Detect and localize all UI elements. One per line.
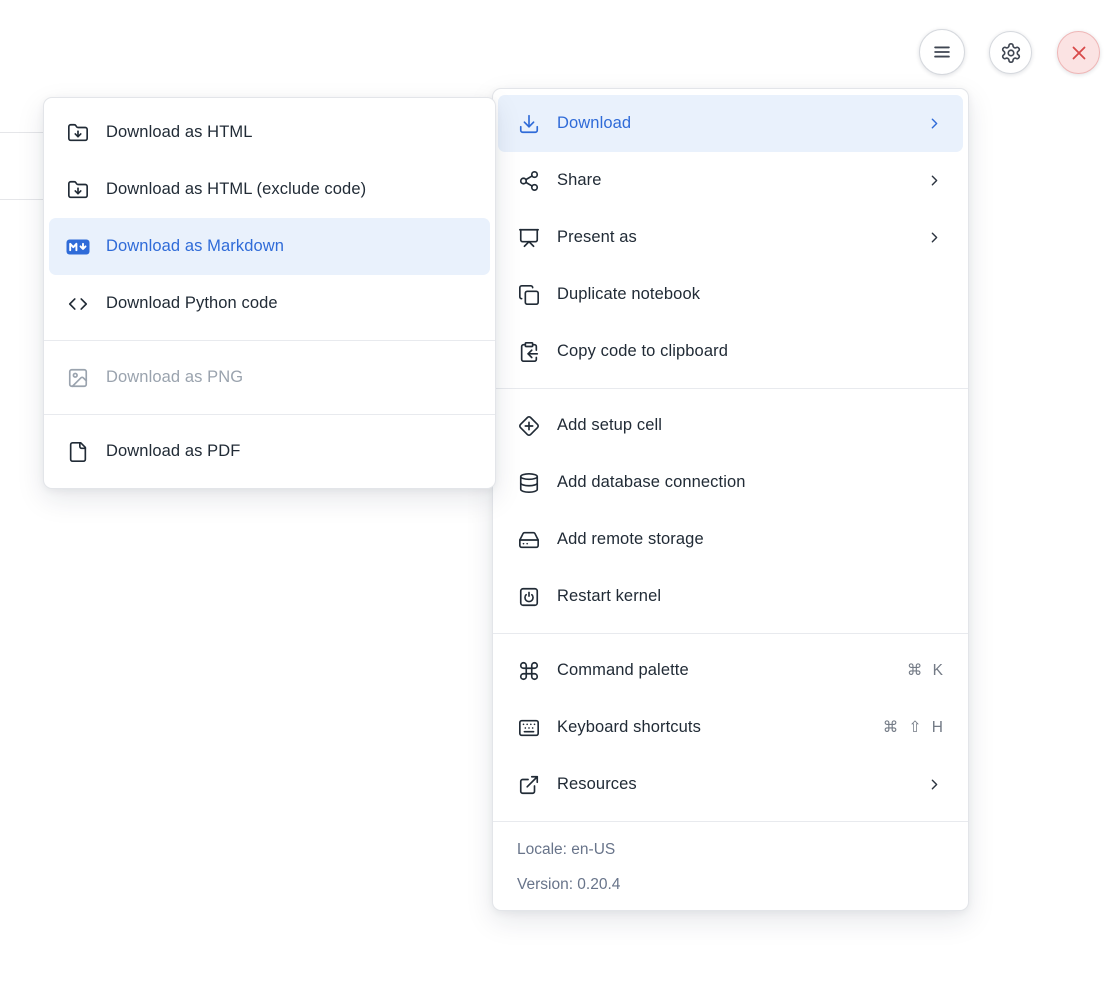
menu-item-command-palette[interactable]: Command palette ⌘ K [498, 642, 963, 699]
diamond-plus-icon [517, 414, 541, 438]
menu-separator [44, 340, 495, 341]
command-icon [517, 659, 541, 683]
notebook-menu-button[interactable] [919, 29, 965, 75]
menu-item-label: Download as HTML (exclude code) [106, 180, 470, 199]
menu-item-download-as-html-exclude-code[interactable]: Download as HTML (exclude code) [49, 161, 490, 218]
database-icon [517, 471, 541, 495]
menu-item-duplicate-notebook[interactable]: Duplicate notebook [498, 266, 963, 323]
menu-item-resources[interactable]: Resources [498, 756, 963, 813]
menu-item-download-python-code[interactable]: Download Python code [49, 275, 490, 332]
menu-item-label: Download as HTML [106, 123, 470, 142]
folder-down-icon [66, 178, 90, 202]
menu-item-label: Add setup cell [557, 416, 943, 435]
code-icon [66, 292, 90, 316]
menu-item-label: Download [557, 114, 910, 133]
page-divider-line [0, 199, 43, 200]
settings-button[interactable] [989, 31, 1032, 74]
file-icon [66, 440, 90, 464]
share-icon [517, 169, 541, 193]
download-icon [517, 112, 541, 136]
download-submenu: Download as HTML Download as HTML (exclu… [43, 97, 496, 489]
chevron-right-icon [926, 776, 943, 793]
menu-item-download-as-pdf[interactable]: Download as PDF [49, 423, 490, 480]
menu-item-present-as[interactable]: Present as [498, 209, 963, 266]
menu-item-share[interactable]: Share [498, 152, 963, 209]
menu-item-label: Command palette [557, 661, 891, 680]
menu-item-label: Download Python code [106, 294, 470, 313]
menu-item-label: Keyboard shortcuts [557, 718, 867, 737]
chevron-right-icon [926, 172, 943, 189]
version-text: Version: 0.20.4 [493, 867, 968, 902]
menu-item-label: Copy code to clipboard [557, 342, 943, 361]
menu-item-label: Download as Markdown [106, 237, 470, 256]
menu-item-download-as-html[interactable]: Download as HTML [49, 104, 490, 161]
menu-item-label: Duplicate notebook [557, 285, 943, 304]
locale-text: Locale: en-US [493, 832, 968, 867]
menu-separator [493, 388, 968, 389]
menu-item-label: Restart kernel [557, 587, 943, 606]
menu-separator [493, 633, 968, 634]
menu-item-add-database-connection[interactable]: Add database connection [498, 454, 963, 511]
duplicate-icon [517, 283, 541, 307]
menu-item-download[interactable]: Download [498, 95, 963, 152]
page-divider-line [0, 132, 43, 133]
menu-item-label: Resources [557, 775, 910, 794]
menu-item-label: Share [557, 171, 910, 190]
image-icon [66, 366, 90, 390]
menu-item-label: Present as [557, 228, 910, 247]
chevron-right-icon [926, 115, 943, 132]
folder-down-icon [66, 121, 90, 145]
notebook-page: Download Share Present as [0, 0, 1118, 984]
menu-footer: Locale: en-US Version: 0.20.4 [493, 821, 968, 910]
menu-separator [44, 414, 495, 415]
shortcut-hint: ⌘ ⇧ H [883, 718, 943, 737]
keyboard-icon [517, 716, 541, 740]
menu-item-add-remote-storage[interactable]: Add remote storage [498, 511, 963, 568]
square-power-icon [517, 585, 541, 609]
hamburger-icon [931, 41, 953, 63]
notebook-actions-menu: Download Share Present as [492, 88, 969, 911]
menu-item-download-as-png: Download as PNG [49, 349, 490, 406]
gear-icon [1000, 42, 1022, 64]
presentation-icon [517, 226, 541, 250]
hard-drive-icon [517, 528, 541, 552]
shortcut-hint: ⌘ K [907, 661, 943, 680]
menu-item-download-as-markdown[interactable]: Download as Markdown [49, 218, 490, 275]
close-icon [1068, 42, 1090, 64]
external-link-icon [517, 773, 541, 797]
menu-item-add-setup-cell[interactable]: Add setup cell [498, 397, 963, 454]
menu-item-label: Add remote storage [557, 530, 943, 549]
menu-item-restart-kernel[interactable]: Restart kernel [498, 568, 963, 625]
menu-item-label: Download as PDF [106, 442, 470, 461]
clipboard-copy-icon [517, 340, 541, 364]
markdown-icon [66, 235, 90, 259]
shutdown-button[interactable] [1057, 31, 1100, 74]
chevron-right-icon [926, 229, 943, 246]
menu-item-copy-code[interactable]: Copy code to clipboard [498, 323, 963, 380]
menu-item-label: Download as PNG [106, 368, 470, 387]
menu-item-label: Add database connection [557, 473, 943, 492]
menu-item-keyboard-shortcuts[interactable]: Keyboard shortcuts ⌘ ⇧ H [498, 699, 963, 756]
